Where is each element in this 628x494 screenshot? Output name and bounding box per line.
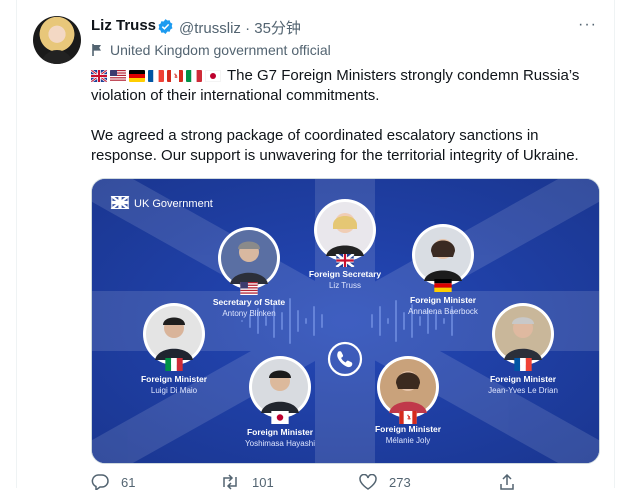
japan-flag-icon <box>205 70 221 82</box>
government-label[interactable]: United Kingdom government official <box>91 42 331 58</box>
italy-flag-icon <box>186 70 202 82</box>
timeline-left-border <box>16 0 17 488</box>
person-jean-yves-le-drian: Foreign Minister Jean-Yves Le Drian <box>488 303 558 395</box>
uk-government-logo: UK Government <box>110 196 213 210</box>
svg-text:Yoshimasa Hayashi: Yoshimasa Hayashi <box>245 439 315 448</box>
france-flag-icon <box>148 70 164 82</box>
svg-text:Annalena Baerbock: Annalena Baerbock <box>408 307 479 316</box>
person-flag-canada-icon <box>399 411 417 424</box>
svg-text:Liz Truss: Liz Truss <box>329 281 361 290</box>
svg-text:Foreign Secretary: Foreign Secretary <box>309 269 382 279</box>
flag-emoji-row <box>91 70 221 82</box>
tweet-actions: 61 101 273 <box>91 474 591 494</box>
uk-flag-icon <box>91 70 107 82</box>
brand-text: UK Government <box>134 198 213 210</box>
svg-text:Antony Blinken: Antony Blinken <box>222 309 275 318</box>
svg-text:Foreign Minister: Foreign Minister <box>490 374 557 384</box>
avatar[interactable] <box>33 16 81 64</box>
government-label-text: United Kingdom government official <box>110 42 331 58</box>
timeline-right-border <box>614 0 615 488</box>
author-name[interactable]: Liz Truss <box>91 17 156 34</box>
person-annalena-baerbock: Foreign Minister Annalena Baerbock <box>408 224 479 316</box>
person-yoshimasa-hayashi: Foreign Minister Yoshimasa Hayashi <box>245 356 315 448</box>
svg-text:Foreign Minister: Foreign Minister <box>375 424 442 434</box>
person-flag-france-icon <box>514 358 532 371</box>
svg-text:Luigi Di Maio: Luigi Di Maio <box>151 386 198 395</box>
germany-flag-icon <box>129 70 145 82</box>
svg-text:Foreign Minister: Foreign Minister <box>247 427 314 437</box>
svg-text:Foreign Minister: Foreign Minister <box>141 374 208 384</box>
person-liz-truss: Foreign Secretary Liz Truss <box>309 199 382 290</box>
tweet-text-paragraph-2: We agreed a strong package of coordinate… <box>91 127 579 164</box>
retweet-count: 101 <box>252 474 274 490</box>
like-count: 273 <box>389 474 411 490</box>
uk-government-flag-icon <box>110 196 130 209</box>
person-flag-us-icon <box>240 282 258 295</box>
person-flag-uk-icon <box>335 254 355 267</box>
tweet-text: The G7 Foreign Ministers strongly condem… <box>91 66 601 166</box>
author-handle-and-time[interactable]: @trussliz · 35分钟 <box>179 17 301 38</box>
canada-flag-icon <box>167 70 183 82</box>
person-luigi-di-maio: Foreign Minister Luigi Di Maio <box>141 303 208 395</box>
person-flag-japan-icon <box>271 411 289 424</box>
verified-badge-icon <box>158 19 173 34</box>
person-flag-italy-icon <box>165 358 183 371</box>
tweet-image[interactable]: UK Government Foreign Secretary Liz Trus… <box>91 178 600 464</box>
person-antony-blinken: Secretary of State Antony Blinken <box>213 227 286 318</box>
svg-text:Mélanie Joly: Mélanie Joly <box>386 436 430 445</box>
svg-text:Jean-Yves Le Drian: Jean-Yves Le Drian <box>488 386 558 395</box>
reply-count: 61 <box>121 474 136 490</box>
person-melanie-joly: Foreign Minister Mélanie Joly <box>375 356 442 445</box>
flag-outline-icon <box>92 44 101 56</box>
more-options-icon[interactable]: ··· <box>578 16 597 34</box>
us-flag-icon <box>110 70 126 82</box>
tweet-time: 35分钟 <box>254 20 301 37</box>
person-flag-germany-icon <box>434 279 452 292</box>
svg-text:Foreign Minister: Foreign Minister <box>410 295 477 305</box>
svg-text:Secretary of State: Secretary of State <box>213 297 286 307</box>
tweet[interactable]: Liz Truss @trussliz · 35分钟 ··· United Ki… <box>0 0 628 490</box>
